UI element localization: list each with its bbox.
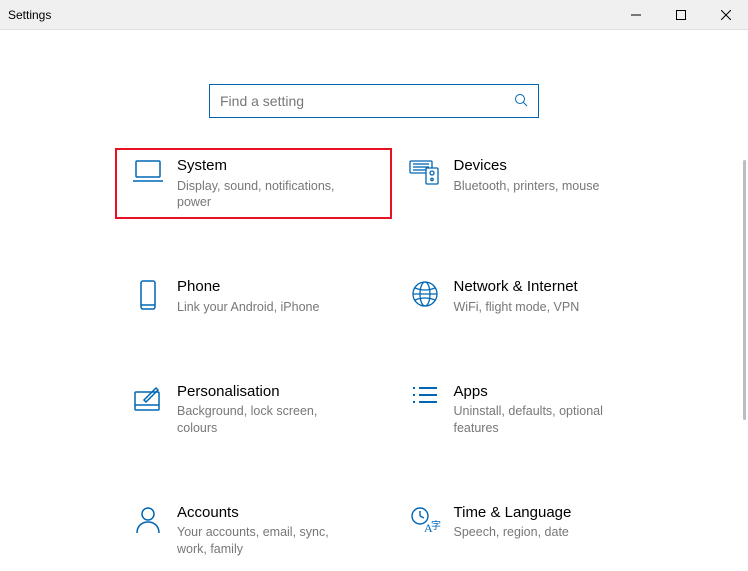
- window-controls: [613, 0, 748, 29]
- tile-apps[interactable]: Apps Uninstall, defaults, optional featu…: [392, 374, 669, 445]
- minimize-button[interactable]: [613, 0, 658, 29]
- svg-text:字: 字: [431, 519, 441, 532]
- maximize-button[interactable]: [658, 0, 703, 29]
- maximize-icon: [676, 10, 686, 20]
- tile-title: Network & Internet: [454, 277, 580, 297]
- tile-desc: Bluetooth, printers, mouse: [454, 178, 600, 195]
- tile-accounts[interactable]: Accounts Your accounts, email, sync, wor…: [115, 495, 392, 566]
- search-icon: [514, 93, 528, 110]
- tile-desc: Background, lock screen, colours: [177, 403, 353, 437]
- tile-desc: Link your Android, iPhone: [177, 299, 319, 316]
- tile-time-language[interactable]: A 字 Time & Language Speech, region, date: [392, 495, 669, 566]
- tile-title: Personalisation: [177, 382, 353, 402]
- devices-icon: [408, 158, 442, 186]
- tile-desc: Display, sound, notifications, power: [177, 178, 353, 212]
- phone-icon: [137, 279, 159, 313]
- settings-grid: System Display, sound, notifications, po…: [0, 148, 748, 566]
- tile-title: System: [177, 156, 353, 176]
- globe-icon: [410, 279, 440, 309]
- tile-desc: Speech, region, date: [454, 524, 572, 541]
- title-bar: Settings: [0, 0, 748, 30]
- apps-list-icon: [410, 384, 440, 410]
- tile-title: Time & Language: [454, 503, 572, 523]
- time-language-icon: A 字: [409, 505, 441, 535]
- laptop-icon: [131, 158, 165, 186]
- tile-phone[interactable]: Phone Link your Android, iPhone: [115, 269, 392, 323]
- scrollbar-thumb[interactable]: [743, 160, 746, 420]
- tile-network[interactable]: Network & Internet WiFi, flight mode, VP…: [392, 269, 669, 323]
- tile-title: Phone: [177, 277, 319, 297]
- paintbrush-icon: [132, 384, 164, 414]
- window-title: Settings: [8, 8, 51, 22]
- tile-title: Accounts: [177, 503, 353, 523]
- tile-title: Apps: [454, 382, 630, 402]
- tile-title: Devices: [454, 156, 600, 176]
- tile-desc: Uninstall, defaults, optional features: [454, 403, 630, 437]
- tile-desc: WiFi, flight mode, VPN: [454, 299, 580, 316]
- tile-desc: Your accounts, email, sync, work, family: [177, 524, 353, 558]
- search-placeholder: Find a setting: [220, 93, 514, 109]
- person-icon: [134, 505, 162, 535]
- close-button[interactable]: [703, 0, 748, 29]
- close-icon: [721, 10, 731, 20]
- tile-devices[interactable]: Devices Bluetooth, printers, mouse: [392, 148, 669, 219]
- tile-system[interactable]: System Display, sound, notifications, po…: [115, 148, 392, 219]
- search-input[interactable]: Find a setting: [209, 84, 539, 118]
- tile-personalisation[interactable]: Personalisation Background, lock screen,…: [115, 374, 392, 445]
- minimize-icon: [631, 10, 641, 20]
- content-area: Find a setting System Display, sound, no…: [0, 30, 748, 571]
